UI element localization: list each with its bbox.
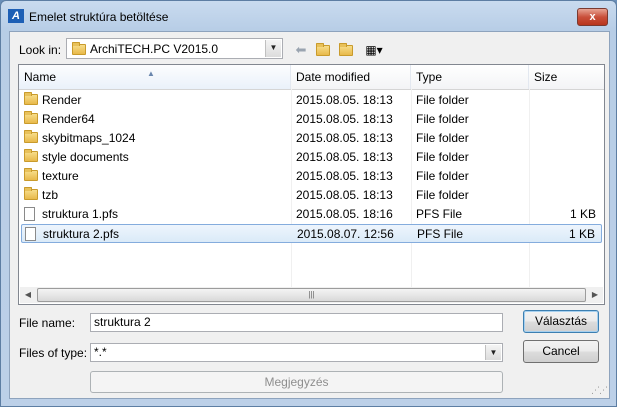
- file-row[interactable]: Render 2015.08.05. 18:13 File folder: [21, 91, 602, 110]
- file-row[interactable]: struktura 2.pfs 2015.08.07. 12:56 PFS File…: [21, 224, 602, 243]
- file-list[interactable]: ▲ Name Date modified Type Size Render 201…: [18, 64, 605, 305]
- file-date: 2015.08.05. 18:13: [296, 131, 393, 145]
- file-size: 1 KB: [568, 227, 595, 241]
- horizontal-scrollbar[interactable]: ◀ ||| ▶: [20, 287, 603, 303]
- file-type-value: *.*: [94, 345, 107, 359]
- chevron-down-icon[interactable]: ▼: [265, 40, 281, 57]
- file-row[interactable]: struktura 1.pfs 2015.08.05. 18:16 PFS File…: [21, 205, 602, 224]
- title-bar[interactable]: A Emelet struktúra betöltése x: [1, 1, 616, 31]
- new-folder-icon: [339, 43, 353, 56]
- look-in-label: Look in:: [19, 43, 62, 57]
- window-title: Emelet struktúra betöltése: [29, 10, 169, 24]
- file-row[interactable]: tzb 2015.08.05. 18:13 File folder: [21, 186, 602, 205]
- scrollbar-thumb[interactable]: |||: [37, 288, 586, 302]
- file-type-dropdown[interactable]: *.* ▼: [90, 343, 503, 362]
- folder-icon: [24, 148, 38, 167]
- file-icon: [24, 205, 35, 224]
- views-menu-icon: ▦▾: [365, 43, 383, 57]
- close-button[interactable]: x: [577, 8, 608, 26]
- file-type-label: Files of type:: [19, 346, 88, 360]
- file-type: File folder: [416, 169, 469, 183]
- file-date: 2015.08.05. 18:13: [296, 188, 393, 202]
- column-header-name[interactable]: ▲ Name: [19, 65, 291, 89]
- file-type: File folder: [416, 150, 469, 164]
- file-name: tzb: [42, 188, 59, 202]
- scroll-left-icon[interactable]: ◀: [20, 287, 36, 303]
- app-logo-icon: A: [8, 9, 24, 23]
- column-type-label: Type: [416, 70, 443, 84]
- open-button[interactable]: Választás: [523, 310, 599, 333]
- column-header-date[interactable]: Date modified: [291, 65, 411, 89]
- file-name: Render64: [42, 112, 95, 126]
- folder-icon: [24, 129, 38, 148]
- list-header: ▲ Name Date modified Type Size: [19, 65, 604, 90]
- file-row[interactable]: texture 2015.08.05. 18:13 File folder: [21, 167, 602, 186]
- look-in-value: ArchiTECH.PC V2015.0: [90, 42, 219, 56]
- file-type: File folder: [416, 188, 469, 202]
- file-date: 2015.08.05. 18:13: [296, 112, 393, 126]
- cancel-button[interactable]: Cancel: [523, 340, 599, 363]
- file-name: texture: [42, 169, 79, 183]
- file-name-label: File name:: [19, 316, 76, 330]
- column-date-label: Date modified: [296, 70, 371, 84]
- file-size: 1 KB: [569, 207, 596, 221]
- look-in-dropdown[interactable]: ArchiTECH.PC V2015.0 ▼: [66, 38, 283, 59]
- resize-grip-icon[interactable]: ⋰⋰: [591, 385, 608, 396]
- file-name: struktura 2.pfs: [43, 227, 120, 241]
- folder-icon: [24, 110, 38, 129]
- file-name: skybitmaps_1024: [42, 131, 136, 145]
- folder-icon: [72, 42, 86, 55]
- file-date: 2015.08.07. 12:56: [297, 227, 394, 241]
- column-name-label: Name: [24, 70, 57, 84]
- file-date: 2015.08.05. 18:13: [296, 150, 393, 164]
- up-folder-icon: [316, 43, 330, 56]
- file-open-dialog: A Emelet struktúra betöltése x Look in: …: [0, 0, 617, 407]
- file-type: File folder: [416, 112, 469, 126]
- note-button[interactable]: Megjegyzés: [90, 371, 503, 393]
- file-name: style documents: [42, 150, 129, 164]
- column-size-label: Size: [534, 70, 558, 84]
- file-type: File folder: [416, 93, 469, 107]
- file-row[interactable]: style documents 2015.08.05. 18:13 File fol…: [21, 148, 602, 167]
- file-type: PFS File: [416, 207, 463, 221]
- back-arrow-icon[interactable]: ⬅: [290, 41, 312, 59]
- file-name-input[interactable]: struktura 2: [90, 313, 503, 332]
- column-header-size[interactable]: Size: [529, 65, 604, 89]
- column-header-type[interactable]: Type: [411, 65, 529, 89]
- file-date: 2015.08.05. 18:13: [296, 93, 393, 107]
- file-row[interactable]: skybitmaps_1024 2015.08.05. 18:13 File fol…: [21, 129, 602, 148]
- up-folder-button[interactable]: [312, 41, 334, 59]
- file-icon: [25, 225, 36, 244]
- new-folder-button[interactable]: [335, 41, 357, 59]
- file-type: PFS File: [417, 227, 464, 241]
- file-date: 2015.08.05. 18:13: [296, 169, 393, 183]
- chevron-down-icon[interactable]: ▼: [485, 345, 501, 360]
- file-date: 2015.08.05. 18:16: [296, 207, 393, 221]
- folder-icon: [24, 91, 38, 110]
- file-name: Render: [42, 93, 82, 107]
- dialog-client-area: Look in: ArchiTECH.PC V2015.0 ▼ ⬅ ▦▾ ▲ N…: [9, 31, 610, 399]
- folder-icon: [24, 186, 38, 205]
- views-menu-button[interactable]: ▦▾: [360, 41, 388, 59]
- folder-icon: [24, 167, 38, 186]
- scroll-right-icon[interactable]: ▶: [587, 287, 603, 303]
- file-name: struktura 1.pfs: [42, 207, 119, 221]
- file-row[interactable]: Render64 2015.08.05. 18:13 File folder: [21, 110, 602, 129]
- sort-ascending-icon: ▲: [147, 69, 155, 78]
- file-type: File folder: [416, 131, 469, 145]
